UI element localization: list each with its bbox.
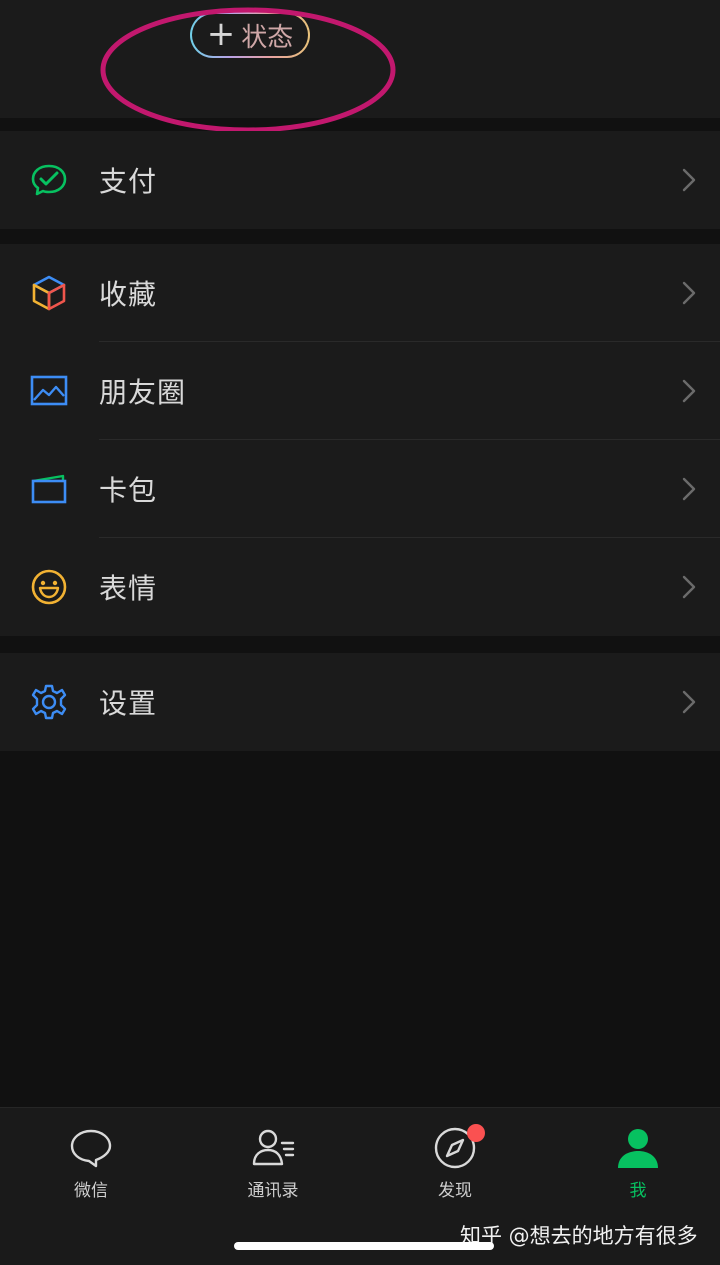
- chevron-right-icon: [682, 168, 696, 192]
- tab-label: 我: [629, 1181, 647, 1201]
- profile-header: + 状态: [0, 0, 720, 118]
- menu-item-favorites[interactable]: 收藏: [0, 244, 720, 342]
- menu-item-pay[interactable]: 支付: [0, 131, 720, 229]
- chevron-right-icon: [682, 477, 696, 501]
- card-wallet-icon: [31, 474, 67, 504]
- menu-item-moments[interactable]: 朋友圈: [0, 342, 720, 440]
- tab-contacts[interactable]: 通讯录: [213, 1126, 333, 1201]
- menu-group-main: 收藏 朋友圈 卡包 表情: [0, 244, 720, 636]
- home-indicator[interactable]: [234, 1242, 494, 1250]
- chat-bubble-icon: [70, 1129, 112, 1168]
- chevron-right-icon: [682, 575, 696, 599]
- me-page: + 状态 支付 收藏 朋友圈 卡包 表情 设置 微信 通讯录 发现 我 知乎 @…: [0, 0, 720, 1265]
- person-icon: [618, 1129, 658, 1168]
- status-button-label: 状态: [241, 22, 294, 53]
- menu-group-pay: 支付: [0, 131, 720, 229]
- contacts-icon: [252, 1129, 295, 1166]
- menu-group-settings: 设置: [0, 653, 720, 751]
- tab-me[interactable]: 我: [578, 1126, 698, 1201]
- chevron-right-icon: [682, 281, 696, 305]
- plus-icon: +: [206, 13, 236, 54]
- tab-chats[interactable]: 微信: [31, 1126, 151, 1201]
- tab-label: 通讯录: [247, 1181, 299, 1201]
- moments-picture-icon: [30, 375, 68, 406]
- menu-item-label: 收藏: [99, 278, 158, 311]
- tab-label: 微信: [74, 1181, 108, 1201]
- tab-label: 发现: [438, 1181, 472, 1201]
- menu-item-settings[interactable]: 设置: [0, 653, 720, 751]
- menu-item-cards[interactable]: 卡包: [0, 440, 720, 538]
- chevron-right-icon: [682, 690, 696, 714]
- gear-icon: [31, 684, 67, 720]
- notification-badge: [467, 1124, 485, 1142]
- menu-item-label: 朋友圈: [99, 376, 187, 409]
- menu-item-label: 表情: [99, 572, 158, 605]
- menu-item-label: 卡包: [99, 474, 158, 507]
- menu-item-label: 设置: [99, 687, 158, 720]
- favorites-cube-icon: [32, 275, 66, 311]
- add-status-button[interactable]: + 状态: [190, 12, 310, 58]
- tab-discover[interactable]: 发现: [395, 1124, 515, 1201]
- pay-icon: [31, 164, 67, 196]
- chevron-right-icon: [682, 379, 696, 403]
- smiley-icon: [31, 569, 67, 605]
- menu-item-stickers[interactable]: 表情: [0, 538, 720, 636]
- menu-item-label: 支付: [99, 165, 158, 198]
- watermark-text: 知乎 @想去的地方有很多: [460, 1224, 698, 1248]
